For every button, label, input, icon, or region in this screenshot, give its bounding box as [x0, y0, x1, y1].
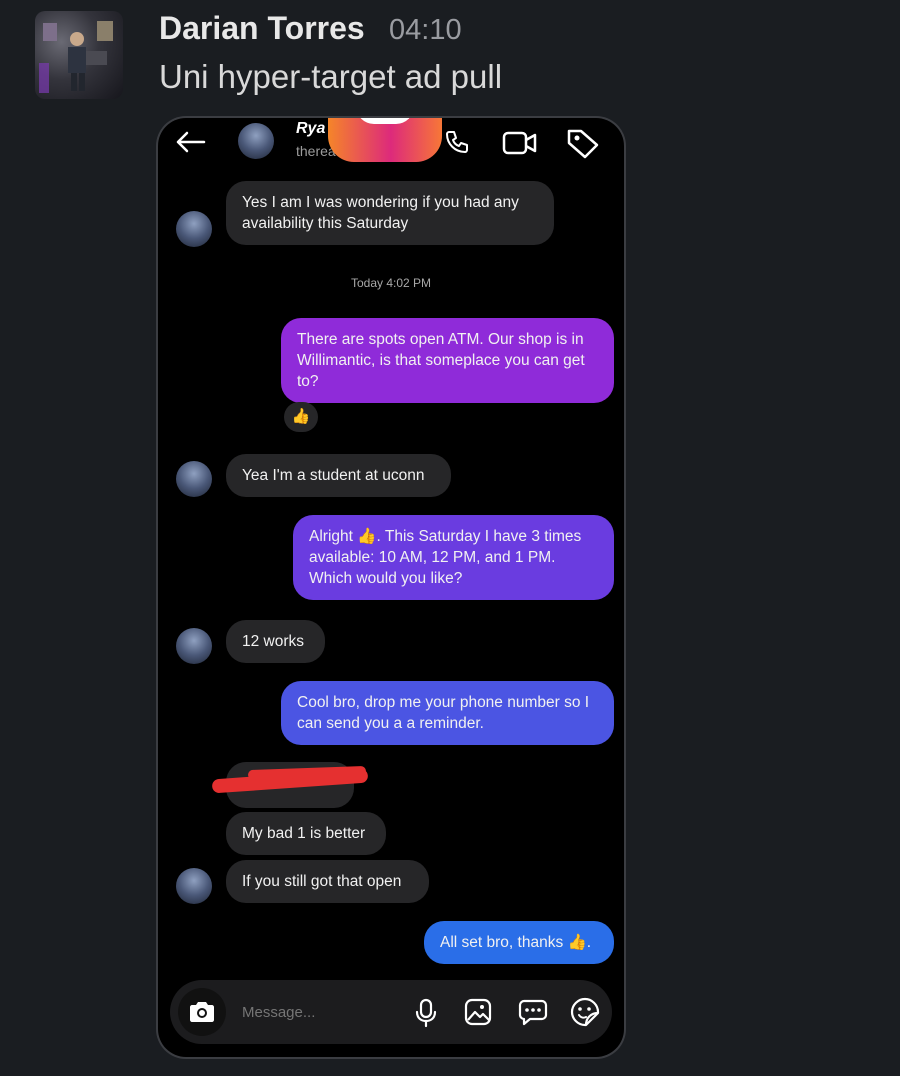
author-name[interactable]: Darian Torres	[159, 10, 365, 47]
header-avatar	[238, 123, 274, 159]
dm-screenshot: Rya therea Yes I am I was wondering if y…	[158, 118, 624, 1057]
instagram-logo-icon	[328, 118, 442, 162]
reaction-badge: 👍	[284, 402, 318, 432]
phone-icon	[446, 131, 468, 153]
message-composer	[170, 980, 612, 1044]
sender-avatar	[176, 628, 212, 664]
thumbs-up-icon: 👍	[291, 408, 311, 425]
sender-avatar	[176, 211, 212, 247]
message-received: My bad 1 is better	[226, 812, 386, 855]
gallery-icon[interactable]	[464, 998, 492, 1026]
chat-bubble-icon[interactable]	[518, 998, 548, 1026]
post-timestamp[interactable]: 04:10	[389, 14, 462, 47]
sticker-icon[interactable]	[570, 997, 600, 1027]
back-arrow-icon	[176, 131, 206, 153]
message-sent: All set bro, thanks 👍.	[424, 921, 614, 964]
post-text: Uni hyper-target ad pull	[159, 58, 503, 95]
message-sent: Cool bro, drop me your phone number so I…	[281, 681, 614, 745]
video-icon	[502, 131, 537, 155]
author-avatar[interactable]	[35, 11, 123, 99]
message-sent: There are spots open ATM. Our shop is in…	[281, 318, 614, 403]
chat-timestamp: Today 4:02 PM	[350, 276, 432, 290]
message-received: Yea I'm a student at uconn	[226, 454, 451, 497]
mic-icon[interactable]	[414, 998, 438, 1028]
camera-icon	[190, 1002, 214, 1022]
message-received: 12 works	[226, 620, 325, 663]
tag-icon	[567, 129, 599, 159]
message-input[interactable]	[240, 998, 394, 1026]
message-sent: Alright 👍. This Saturday I have 3 times …	[293, 515, 614, 600]
camera-button[interactable]	[178, 988, 226, 1036]
sender-avatar	[176, 868, 212, 904]
message-received: Yes I am I was wondering if you had any …	[226, 181, 554, 245]
message-received: If you still got that open	[226, 860, 429, 903]
sender-avatar	[176, 461, 212, 497]
header-name: Rya	[296, 120, 326, 137]
